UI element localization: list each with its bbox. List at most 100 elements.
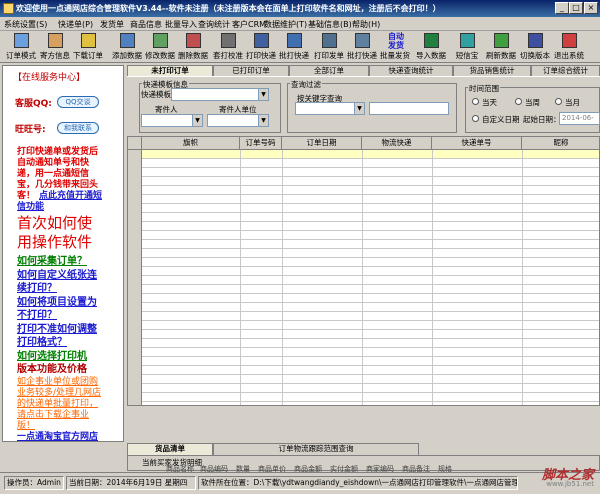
menu-query[interactable]: 查询统计	[198, 19, 230, 30]
table-row[interactable]	[142, 357, 599, 366]
sender-select[interactable]: ▼	[141, 114, 203, 127]
site-watermark-url: www.jb51.net	[546, 480, 594, 488]
table-row[interactable]	[142, 312, 599, 321]
template-select[interactable]: ▼	[171, 88, 269, 101]
tab-logistics-range[interactable]: 订单物流跟踪范围查询	[213, 443, 419, 455]
table-row[interactable]	[142, 339, 599, 348]
table-row[interactable]	[142, 195, 599, 204]
auto-ship-button[interactable]: 自动 发货 批量发货	[380, 32, 410, 62]
radio-month[interactable]	[555, 98, 562, 105]
print-adjust-link[interactable]: 打印格式？	[17, 333, 67, 348]
sms-recharge-link[interactable]: 点此充值开通短	[39, 188, 102, 201]
sender-unit-select[interactable]: ▼	[207, 114, 269, 127]
table-row[interactable]	[142, 150, 599, 159]
sms-icon	[460, 33, 475, 48]
tab-printed[interactable]: 已打印订单	[213, 65, 289, 76]
first-use-link[interactable]: 首次如何使	[17, 212, 92, 233]
tab-all-orders[interactable]: 全部订单	[289, 65, 369, 76]
table-row[interactable]	[142, 393, 599, 402]
table-row[interactable]	[142, 375, 599, 384]
add-data-button[interactable]: 添加数据	[112, 32, 142, 62]
table-row[interactable]	[142, 294, 599, 303]
table-row[interactable]	[142, 177, 599, 186]
table-row[interactable]	[142, 231, 599, 240]
radio-custom-date[interactable]	[472, 115, 479, 122]
minimize-button[interactable]: _	[555, 2, 569, 14]
table-row[interactable]	[142, 249, 599, 258]
table-row[interactable]	[142, 285, 599, 294]
table-row[interactable]	[142, 321, 599, 330]
table-row[interactable]	[142, 240, 599, 249]
start-date-input[interactable]: 2014-06-	[559, 112, 600, 125]
table-row[interactable]	[142, 348, 599, 357]
official-shop-link[interactable]: 一点通淘宝官方网店	[17, 429, 98, 441]
col-flag[interactable]: 旗帜	[142, 137, 240, 150]
import-data-button[interactable]: 导入数据	[416, 32, 446, 62]
radio-week[interactable]	[515, 98, 522, 105]
table-row[interactable]	[142, 222, 599, 231]
sms-recharge-link[interactable]: 信功能	[17, 199, 44, 212]
table-row[interactable]	[142, 303, 599, 312]
wangwang-chat-button[interactable]: 和我联系	[57, 122, 99, 134]
print-express-button[interactable]: 打印快递	[246, 32, 276, 62]
batch-print-express-button[interactable]: 批打快递	[347, 32, 377, 62]
menu-help[interactable]: 帮助(H)	[352, 19, 380, 30]
table-row[interactable]	[142, 186, 599, 195]
menu-basic-info[interactable]: 基础信息(B)	[308, 19, 352, 30]
version-price-link[interactable]: 版本功能及价格	[17, 360, 87, 375]
table-row[interactable]	[142, 276, 599, 285]
edit-data-button[interactable]: 修改数据	[145, 32, 175, 62]
delete-data-button[interactable]: 删除数据	[178, 32, 208, 62]
sms-button[interactable]: 短信宝	[452, 32, 482, 62]
exit-button[interactable]: 退出系统	[554, 32, 584, 62]
table-row[interactable]	[142, 330, 599, 339]
table-row[interactable]	[142, 384, 599, 393]
no-print-link[interactable]: 不打印？	[17, 306, 57, 321]
query-field-select[interactable]: ▼	[295, 102, 365, 115]
menu-maintenance[interactable]: 数据维护(T)	[264, 19, 307, 30]
refresh-button[interactable]: 刷新数据	[486, 32, 516, 62]
qq-chat-button[interactable]: QQ交谈	[57, 96, 99, 108]
col-order-date[interactable]: 订单日期	[282, 137, 362, 150]
query-keyword-input[interactable]	[369, 102, 449, 115]
close-button[interactable]: ×	[584, 2, 598, 14]
order-mode-icon	[14, 33, 29, 48]
menu-system[interactable]: 系统设置(S)	[4, 19, 47, 30]
order-mode-button[interactable]: 订单模式	[6, 32, 36, 62]
table-row[interactable]	[142, 168, 599, 177]
sender-info-button[interactable]: 寄方信息	[40, 32, 70, 62]
menu-express[interactable]: 快递单(P)	[58, 19, 93, 30]
table-row[interactable]	[142, 159, 599, 168]
maximize-button[interactable]: □	[569, 2, 583, 14]
radio-today[interactable]	[472, 98, 479, 105]
switch-version-button[interactable]: 切换版本	[520, 32, 550, 62]
custom-paper-link[interactable]: 续打印？	[17, 279, 57, 294]
table-row[interactable]	[142, 204, 599, 213]
tab-order-stats[interactable]: 订单综合统计	[531, 65, 600, 76]
col-nickname[interactable]: 昵称	[522, 137, 599, 150]
collect-orders-link[interactable]: 如何采集订单？	[17, 252, 87, 267]
tab-goods-list[interactable]: 货品清单	[127, 443, 213, 455]
menu-import[interactable]: 批量导入	[165, 19, 197, 30]
batch-print-button[interactable]: 批打快递	[279, 32, 309, 62]
table-row[interactable]	[142, 213, 599, 222]
col-courier[interactable]: 物流快递	[362, 137, 432, 150]
menu-goods[interactable]: 商品信息	[130, 19, 162, 30]
print-invoice-button[interactable]: 打印发单	[314, 32, 344, 62]
menu-bar: 系统设置(S) 快递单(P) 发货单 商品信息 批量导入 查询统计 客户CRM …	[0, 17, 600, 31]
table-row[interactable]	[142, 258, 599, 267]
download-orders-button[interactable]: 下载订单	[73, 32, 103, 62]
menu-crm[interactable]: 客户CRM	[232, 19, 266, 30]
calibrate-button[interactable]: 套打校准	[213, 32, 243, 62]
grid-column-divider	[282, 150, 283, 405]
tab-express-stats[interactable]: 快递查询统计	[369, 65, 453, 76]
col-order-no[interactable]: 订单号码	[240, 137, 282, 150]
table-row[interactable]	[142, 267, 599, 276]
auto-ship-label: 自动 发货	[388, 32, 404, 50]
tab-unprinted[interactable]: 未打印订单	[127, 65, 213, 76]
menu-shipping[interactable]: 发货单	[100, 19, 124, 30]
table-row[interactable]	[142, 366, 599, 375]
first-use-link[interactable]: 用操作软件	[17, 231, 92, 252]
col-tracking-no[interactable]: 快递单号	[432, 137, 522, 150]
tab-goods-stats[interactable]: 货品销售统计	[453, 65, 531, 76]
